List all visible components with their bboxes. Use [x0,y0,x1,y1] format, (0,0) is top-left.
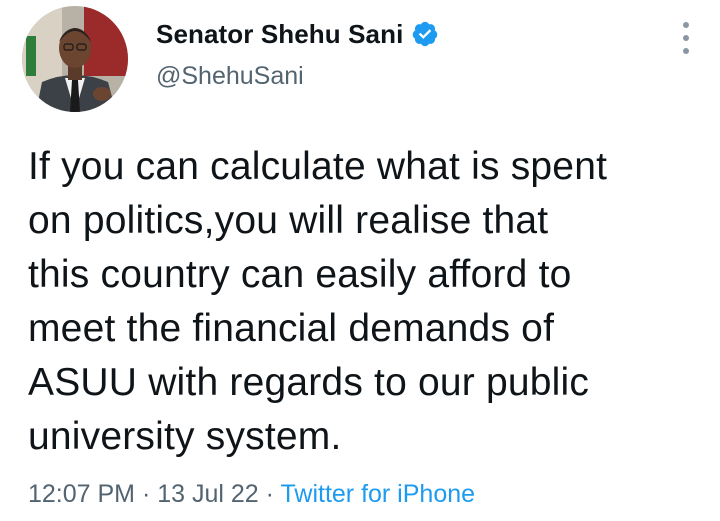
avatar[interactable] [22,6,128,112]
more-dot [683,22,689,28]
author-handle[interactable]: @ShehuSani [156,62,304,91]
author-display-name[interactable]: Senator Shehu Sani [156,19,403,50]
meta-separator: · [141,480,151,508]
more-dot [683,48,689,54]
more-vertical-icon[interactable] [680,22,692,54]
tweet-text: If you can calculate what is spent on po… [28,145,608,458]
more-dot [683,35,689,41]
tweet-card: Senator Shehu Sani @ShehuSani If you can… [0,0,720,521]
tweet-source-link[interactable]: Twitter for iPhone [281,480,476,508]
verified-badge-icon [411,20,439,48]
tweet-time[interactable]: 12:07 PM [28,480,135,508]
meta-separator: · [265,480,274,508]
tweet-meta: 12:07 PM · 13 Jul 22 · Twitter for iPhon… [28,480,475,509]
tweet-date[interactable]: 13 Jul 22 [157,480,258,508]
avatar-image [22,6,128,112]
author-name-row: Senator Shehu Sani [156,14,439,54]
